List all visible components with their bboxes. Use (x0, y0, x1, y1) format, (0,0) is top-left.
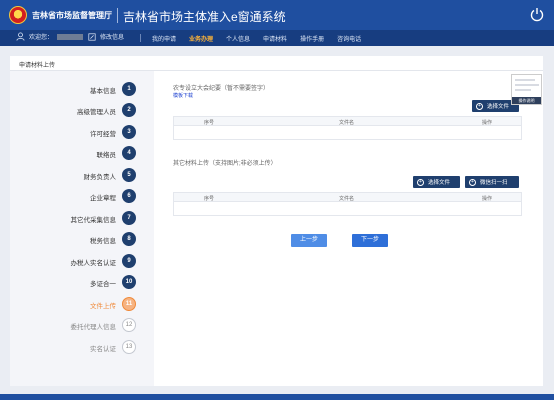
step-number: 4 (122, 146, 136, 160)
step-label: 实名认证 (90, 346, 116, 353)
step-number: 5 (122, 168, 136, 182)
wechat-scan-button[interactable]: + 微信扫一扫 (465, 176, 519, 188)
national-emblem-icon (9, 6, 27, 24)
step-tax-info[interactable]: 税务信息 8 (10, 231, 154, 247)
step-label: 基本信息 (90, 88, 116, 95)
minutes-file-table: 序号 文件名 操作 (173, 116, 522, 140)
panel-title: 申请材料上传 (19, 63, 56, 69)
table-header: 序号 文件名 操作 (174, 193, 521, 202)
wechat-scan-label: 微信扫一扫 (480, 180, 508, 186)
redacted-username (57, 33, 84, 40)
step-label: 税务信息 (90, 238, 116, 245)
step-other-info[interactable]: 其它代采集信息 7 (10, 210, 154, 226)
step-label: 高级管理人员 (77, 109, 116, 116)
col-index: 序号 (204, 120, 215, 126)
step-label: 许可经营 (90, 131, 116, 138)
agency-name: 吉林省市场监督管理厅 (32, 11, 112, 20)
select-file-button-2[interactable]: + 选择文件 (413, 176, 460, 188)
edit-info-label: 修改信息 (100, 35, 125, 41)
nav-my-applications[interactable]: 我的申请 (152, 34, 176, 43)
col-filename: 文件名 (339, 196, 355, 202)
step-number: 1 (122, 82, 136, 96)
plus-icon: + (469, 178, 476, 186)
step-file-upload[interactable]: 文件上传 11 (10, 296, 154, 312)
user-icon (16, 32, 25, 41)
prev-step-button[interactable]: 上一步 (291, 234, 327, 247)
step-number: 13 (122, 340, 136, 354)
select-file-label: 选择文件 (428, 180, 451, 186)
step-basic-info[interactable]: 基本信息 1 (10, 81, 154, 97)
step-number: 7 (122, 211, 136, 225)
section-other-title: 其它材料上传（支持图片;非必须上传） (173, 161, 277, 167)
page-footer (0, 394, 554, 400)
step-number: 8 (122, 232, 136, 246)
step-number: 12 (122, 318, 136, 332)
col-index: 序号 (204, 196, 215, 202)
step-articles[interactable]: 企业章程 6 (10, 188, 154, 204)
nav-hotline[interactable]: 咨询电话 (337, 34, 361, 43)
step-real-name[interactable]: 实名认证 13 (10, 339, 154, 355)
step-number: 3 (122, 125, 136, 139)
template-download-link[interactable]: 模板下载 (173, 92, 193, 99)
step-label: 其它代采集信息 (70, 217, 117, 224)
power-icon[interactable] (529, 6, 545, 22)
step-licensed-business[interactable]: 许可经营 3 (10, 124, 154, 140)
step-tax-agent-verify[interactable]: 办税人实名认证 9 (10, 253, 154, 269)
thumb-line (515, 84, 539, 86)
step-sidebar: 基本信息 1 高级管理人员 2 许可经营 3 联络员 4 财务负责人 5 企业章程 6 其它… (10, 71, 154, 386)
main-panel: 申请材料上传 基本信息 1 高级管理人员 2 许可经营 3 联络员 4 财务负责人 5 企… (10, 56, 543, 386)
nav-business[interactable]: 业务办理 (189, 34, 213, 43)
step-multi-cert[interactable]: 多证合一 10 (10, 274, 154, 290)
step-number: 6 (122, 189, 136, 203)
plus-icon: + (417, 178, 424, 186)
step-label: 文件上传 (90, 303, 116, 310)
nav-manual[interactable]: 操作手册 (300, 34, 324, 43)
col-action: 操作 (482, 196, 493, 202)
nav-divider (140, 34, 141, 42)
other-file-table: 序号 文件名 操作 (173, 192, 522, 216)
section-minutes-title: 农专设立大会纪要（暂不需要签字） (173, 86, 270, 92)
system-title: 吉林省市场主体准入e窗通系统 (123, 10, 286, 24)
nav-personal-info[interactable]: 个人信息 (226, 34, 250, 43)
app-header: 吉林省市场监督管理厅 吉林省市场主体准入e窗通系统 (0, 0, 554, 30)
instructions-thumbnail[interactable]: 操作说明 (511, 74, 542, 105)
step-label: 企业章程 (90, 195, 116, 202)
step-label: 委托代理人信息 (70, 324, 117, 331)
step-label: 联络员 (96, 152, 117, 159)
step-finance-head[interactable]: 财务负责人 5 (10, 167, 154, 183)
nav-links: 我的申请 业务办理 个人信息 申请材料 操作手册 咨询电话 (152, 30, 374, 46)
step-number: 2 (122, 103, 136, 117)
nav-application-materials[interactable]: 申请材料 (263, 34, 287, 43)
thumb-line (515, 89, 531, 91)
step-label: 多证合一 (90, 281, 116, 288)
welcome-user: 欢迎您： (16, 32, 84, 41)
step-number: 11 (122, 297, 136, 311)
step-number: 9 (122, 254, 136, 268)
welcome-label: 欢迎您： (29, 35, 54, 41)
next-step-button[interactable]: 下一步 (352, 234, 388, 247)
step-label: 财务负责人 (83, 174, 117, 181)
step-agent-info[interactable]: 委托代理人信息 12 (10, 317, 154, 333)
thumbnail-caption: 操作说明 (512, 97, 541, 104)
header-divider (117, 8, 118, 23)
edit-info-link[interactable]: 修改信息 (88, 32, 124, 41)
thumb-line (515, 79, 535, 81)
table-header: 序号 文件名 操作 (174, 117, 521, 126)
top-nav: 欢迎您： 修改信息 我的申请 业务办理 个人信息 申请材料 操作手册 咨询电话 (0, 30, 554, 46)
col-filename: 文件名 (339, 120, 355, 126)
select-file-label: 选择文件 (487, 104, 510, 110)
col-action: 操作 (482, 120, 493, 126)
edit-icon (88, 32, 96, 41)
step-label: 办税人实名认证 (70, 260, 117, 267)
step-number: 10 (122, 275, 136, 289)
step-liaison[interactable]: 联络员 4 (10, 145, 154, 161)
plus-icon: + (476, 102, 483, 110)
step-senior-managers[interactable]: 高级管理人员 2 (10, 102, 154, 118)
